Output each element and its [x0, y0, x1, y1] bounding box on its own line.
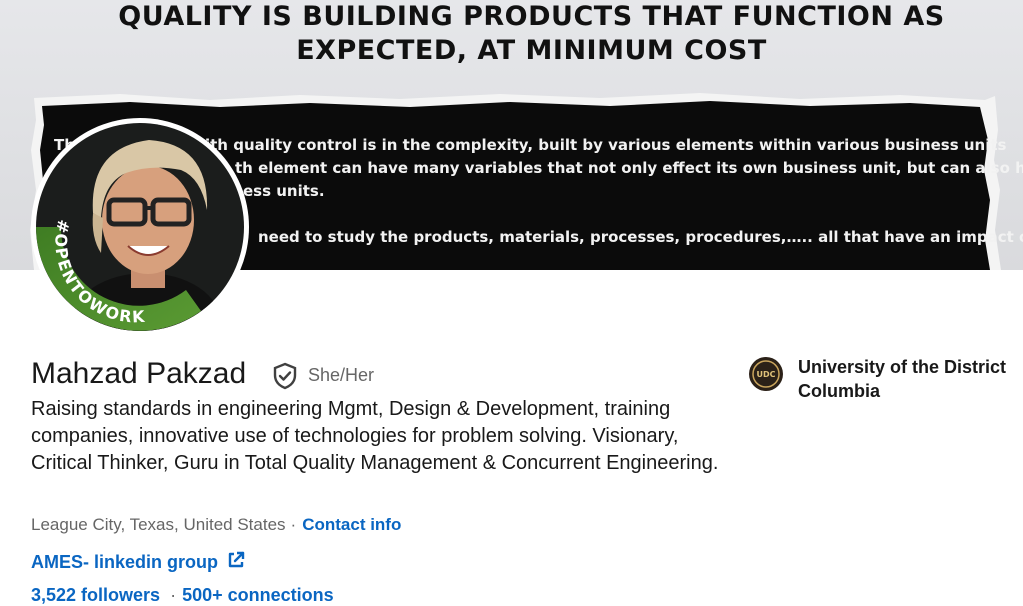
paper-line-3: ess units. — [243, 182, 325, 200]
paper-line-4: need to study the products, materials, p… — [258, 228, 1023, 246]
location-row: League City, Texas, United States · Contac… — [31, 515, 401, 535]
profile-photo[interactable]: #OPENTOWORK — [31, 118, 249, 336]
paper-line-1: ith quality control is in the complexity… — [205, 136, 1007, 154]
shield-check-icon[interactable] — [272, 362, 298, 390]
contact-info-link[interactable]: Contact info — [302, 515, 401, 534]
connections-link[interactable]: 500+ connections — [182, 585, 334, 605]
location: League City, Texas, United States — [31, 515, 286, 534]
website-link[interactable]: AMES- linkedin group — [31, 550, 246, 573]
network-separator: · — [170, 585, 177, 605]
avatar: #OPENTOWORK — [36, 123, 244, 331]
profile-name: Mahzad Pakzad — [31, 357, 247, 390]
location-separator: · — [290, 515, 297, 534]
paper-line-2: th element can have many variables that … — [235, 159, 1023, 177]
external-link-icon — [228, 551, 245, 568]
pronouns: She/Her — [308, 365, 375, 385]
followers-link[interactable]: 3,522 followers — [31, 585, 160, 605]
school-name-link[interactable]: University of the District Columbia — [798, 355, 1023, 403]
profile-headline: Raising standards in engineering Mgmt, D… — [31, 398, 719, 474]
website-label: AMES- linkedin group — [31, 552, 218, 572]
school-logo-icon[interactable]: UDC — [748, 356, 784, 392]
network-row: 3,522 followers · 500+ connections — [31, 585, 334, 606]
school-logo-text: UDC — [756, 370, 775, 379]
